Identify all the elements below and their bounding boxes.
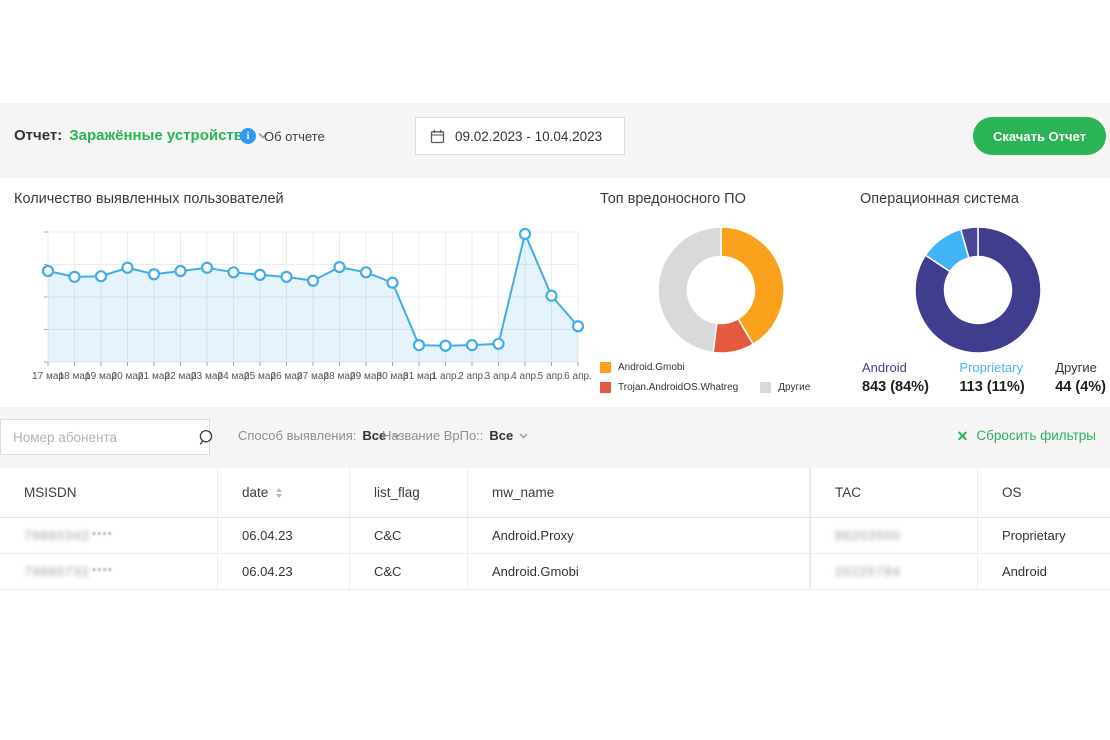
msisdn-mask: **** [92,530,113,542]
x-axis-label: 6 апр. [564,371,592,382]
legend-swatch [600,382,611,393]
line-chart-title: Количество выявленных пользователей [14,191,284,207]
table-body: 79860342****06.04.23C&CAndroid.Proxy8620… [0,518,1110,590]
os-stat-value: 113 (11%) [959,379,1024,395]
search-input[interactable] [1,430,198,445]
column-header-list_flag: list_flag [350,468,468,517]
download-report-button[interactable]: Скачать Отчет [973,117,1106,155]
cell-list-flag: C&C [350,518,468,553]
redacted-msisdn: 79865732 [24,564,90,579]
legend-swatch [600,362,611,373]
column-header-label: TAC [835,485,861,500]
cell-list-flag: C&C [350,554,468,589]
cell-os: Android [978,554,1110,589]
column-header-msisdn: MSISDN [0,468,218,517]
x-axis-label: 3 апр. [485,371,513,382]
detected-users-line-chart: 17 мар18 мар19 мар20 мар21 мар22 мар23 м… [0,220,595,392]
chevron-down-icon [519,433,528,439]
x-axis-label: 1 апр. [432,371,460,382]
report-label: Отчет: [14,127,62,144]
calendar-icon [430,129,445,144]
column-header-label: mw_name [492,485,554,500]
date-range-value: 09.02.2023 - 10.04.2023 [455,129,602,144]
date-range-picker[interactable]: 09.02.2023 - 10.04.2023 [415,117,625,155]
malware-name-value: Все [489,428,513,443]
malware-donut-chart [651,220,791,360]
x-axis-label: 4 апр. [511,371,539,382]
cell-date: 06.04.23 [218,554,350,589]
os-donut-chart [908,220,1048,360]
os-stat-name: Android [862,360,929,375]
table-header-row: MSISDN date list_flag mw_name TAC OS [0,468,1110,518]
redacted-msisdn: 79860342 [24,528,90,543]
charts-card: Количество выявленных пользователей Топ … [0,178,1110,407]
report-name[interactable]: Заражённые устройства [69,127,251,144]
os-stat-name: Другие [1055,360,1106,375]
malware-chart-legend: Android.Gmobi Trojan.AndroidOS.Whatreg Дру… [600,362,830,393]
infected-devices-report-page: Отчет: Заражённые устройства i Об отчете… [0,0,1110,740]
table-row: 79865732****06.04.23C&CAndroid.Gmobi2022… [0,554,1110,590]
os-stat-value: 843 (84%) [862,379,929,395]
sort-asc-arrow [276,488,282,492]
report-type-dropdown[interactable]: Отчет: Заражённые устройства [14,127,268,144]
infected-devices-table: MSISDN date list_flag mw_name TAC OS 79860342… [0,468,1110,596]
redacted-tac: 20225784 [835,564,901,579]
os-stat-value: 44 (4%) [1055,379,1106,395]
cell-tac: 86203500 [810,518,978,553]
table-row-partial [0,590,1110,596]
legend-item: Trojan.AndroidOS.Whatreg [600,382,738,393]
cell-date: 06.04.23 [218,518,350,553]
os-chart-stats: Android 843 (84%) Proprietary 113 (11%) Друг… [862,360,1106,395]
column-header-label: list_flag [374,485,420,500]
legend-item: Android.Gmobi [600,362,685,373]
column-header-label: OS [1002,485,1022,500]
column-header-label: date [242,485,268,500]
detection-method-label: Способ выявления: [238,428,356,443]
x-axis-label: 2 апр. [458,371,486,382]
cell-msisdn: 79860342**** [0,518,218,553]
malware-name-dropdown[interactable]: Название ВрПо:: Все [382,428,528,443]
os-stat-name: Proprietary [959,360,1024,375]
reset-filters-label: Сбросить фильтры [976,428,1096,443]
about-report-link[interactable]: i Об отчете [240,128,325,144]
about-report-label: Об отчете [264,129,325,144]
legend-label: Trojan.AndroidOS.Whatreg [618,382,738,393]
cell-tac: 20225784 [810,554,978,589]
os-stat: Proprietary 113 (11%) [959,360,1024,395]
column-header-tac: TAC [810,468,978,517]
cell-mw-name: Android.Proxy [468,518,810,553]
os-chart-title: Операционная система [860,191,1019,207]
info-icon: i [240,128,256,144]
msisdn-mask: **** [92,566,113,578]
legend-label: Android.Gmobi [618,362,685,373]
legend-swatch [760,382,771,393]
detection-method-dropdown[interactable]: Способ выявления: Все [238,428,401,443]
malware-name-label: Название ВрПо:: [382,428,483,443]
os-stat: Android 843 (84%) [862,360,929,395]
cell-mw-name: Android.Gmobi [468,554,810,589]
column-header-date[interactable]: date [218,468,350,517]
reset-filters-button[interactable]: ✕ Сбросить фильтры [957,428,1096,443]
legend-label: Другие [778,382,810,393]
column-header-os: OS [978,468,1110,517]
table-row: 79860342****06.04.23C&CAndroid.Proxy8620… [0,518,1110,554]
x-axis-label: 5 апр. [538,371,566,382]
close-icon: ✕ [957,429,969,443]
cell-msisdn: 79865732**** [0,554,218,589]
column-header-label: MSISDN [24,485,77,500]
report-toolbar: Отчет: Заражённые устройства i Об отчете… [0,103,1110,171]
subscriber-search-box[interactable] [0,419,210,455]
os-stat: Другие 44 (4%) [1055,360,1106,395]
filter-bar: Способ выявления: Все Название ВрПо:: Вс… [0,419,1110,455]
x-axis-label: 31 мар [403,371,435,382]
search-icon[interactable] [198,429,215,446]
malware-chart-title: Топ вредоносного ПО [600,191,746,207]
sort-icon[interactable] [276,488,282,498]
redacted-tac: 86203500 [835,528,901,543]
cell-os: Proprietary [978,518,1110,553]
sort-desc-arrow [276,494,282,498]
legend-item: Другие [760,382,810,393]
column-header-mw_name: mw_name [468,468,810,517]
